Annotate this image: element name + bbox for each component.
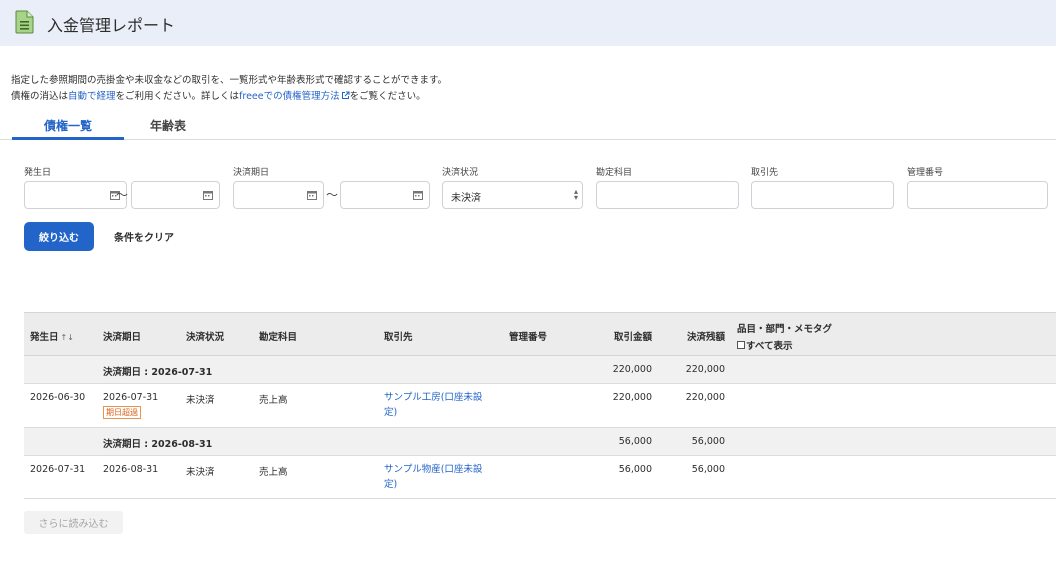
page-title: 入金管理レポート xyxy=(47,16,176,35)
filter-button[interactable]: 絞り込む xyxy=(24,222,94,251)
group-balance: 56,000 xyxy=(691,436,725,447)
issue-date: 2026-06-30 xyxy=(30,392,86,403)
load-more-button[interactable]: さらに読み込む xyxy=(24,511,123,534)
issue-date: 2026-07-31 xyxy=(30,464,86,475)
table-row[interactable]: 2026-07-31 2026-08-31 未決済 売上高 サンプル物産(口座未… xyxy=(24,456,1056,499)
balance: 56,000 xyxy=(691,464,725,475)
status-label: 決済状況 xyxy=(442,168,479,178)
receivables-guide-label: freeeでの債権管理方法 xyxy=(239,91,340,102)
amount: 56,000 xyxy=(618,464,652,475)
partner-input[interactable] xyxy=(751,181,894,209)
due-date: 2026-07-31 xyxy=(103,392,159,403)
ref-no-label: 管理番号 xyxy=(907,168,944,178)
column-issue-date-label: 発生日 xyxy=(30,332,59,343)
group-row: 決済期日 : 2026-07-31 220,000 220,000 xyxy=(24,356,1056,384)
balance: 220,000 xyxy=(685,392,725,403)
issue-date-separator: 〜 xyxy=(116,188,129,202)
status-select-value: 未決済 xyxy=(451,193,481,204)
auto-accounting-link[interactable]: 自動で経理 xyxy=(68,91,116,102)
description-suffix: をご覧ください。 xyxy=(349,91,426,102)
column-partner: 取引先 xyxy=(384,332,413,343)
group-row: 決済期日 : 2026-08-31 56,000 56,000 xyxy=(24,428,1056,456)
partner-label: 取引先 xyxy=(751,168,779,178)
status: 未決済 xyxy=(186,467,215,478)
amount: 220,000 xyxy=(612,392,652,403)
table-header: 発生日 ↑↓ 決済期日 決済状況 勘定科目 取引先 管理番号 取引金額 決済残額 … xyxy=(24,312,1056,356)
description-line-1: 指定した参照期間の売掛金や未収金などの取引を、一覧形式や年齢表形式で確認すること… xyxy=(11,75,448,86)
overdue-badge: 期日超過 xyxy=(103,406,141,419)
issue-date-to-input[interactable] xyxy=(131,181,220,209)
column-tags-label: 品目・部門・メモタグ xyxy=(737,324,833,335)
account: 売上高 xyxy=(259,467,288,478)
column-balance: 決済残額 xyxy=(686,332,725,343)
group-amount: 56,000 xyxy=(618,436,652,447)
show-all-toggle[interactable]: すべて表示 xyxy=(737,338,832,352)
column-status: 決済状況 xyxy=(186,332,225,343)
select-arrow-icon: ▴ ▾ xyxy=(573,187,578,202)
column-ref-no: 管理番号 xyxy=(509,332,548,343)
clear-conditions-button[interactable]: 条件をクリア xyxy=(114,229,174,244)
due-date: 2026-08-31 xyxy=(103,464,159,475)
report-tabs: 債権一覧 年齢表 xyxy=(0,112,1056,140)
description-middle: をご利用ください。詳しくは xyxy=(115,91,240,102)
account: 売上高 xyxy=(259,395,288,406)
account-input[interactable] xyxy=(596,181,739,209)
due-date-from-input[interactable] xyxy=(233,181,324,209)
group-label: 決済期日 : 2026-08-31 xyxy=(103,439,213,450)
status-select[interactable]: 未決済 ▴ ▾ xyxy=(442,181,583,209)
sort-icon: ↑↓ xyxy=(60,333,74,342)
status: 未決済 xyxy=(186,395,215,406)
account-label: 勘定科目 xyxy=(596,168,633,178)
external-link-icon xyxy=(341,91,350,99)
tab-aging-table[interactable]: 年齢表 xyxy=(150,117,186,134)
description-prefix: 債権の消込は xyxy=(11,91,69,102)
partner-link[interactable]: サンプル物産(口座未設定) xyxy=(384,462,494,492)
ref-no-input[interactable] xyxy=(907,181,1048,209)
partner-link[interactable]: サンプル工房(口座未設定) xyxy=(384,390,494,420)
description-line-2: 債権の消込は自動で経理をご利用ください。詳しくはfreeeでの債権管理方法 をご覧… xyxy=(11,88,426,102)
group-label: 決済期日 : 2026-07-31 xyxy=(103,367,213,378)
group-balance: 220,000 xyxy=(685,364,725,375)
due-date-separator: 〜 xyxy=(326,188,339,202)
calendar-icon xyxy=(307,191,317,200)
column-account: 勘定科目 xyxy=(259,332,298,343)
calendar-icon xyxy=(203,191,213,200)
issue-date-label: 発生日 xyxy=(24,168,52,178)
tab-receivables-list[interactable]: 債権一覧 xyxy=(12,117,124,140)
group-amount: 220,000 xyxy=(612,364,652,375)
show-all-checkbox[interactable] xyxy=(737,341,745,349)
receivables-guide-link[interactable]: freeeでの債権管理方法 xyxy=(239,91,350,102)
table-row[interactable]: 2026-06-30 2026-07-31 期日超過 未決済 売上高 サンプル工… xyxy=(24,384,1056,428)
column-amount: 取引金額 xyxy=(613,332,652,343)
calendar-icon xyxy=(413,191,423,200)
column-tags: 品目・部門・メモタグ すべて表示 xyxy=(737,321,832,352)
show-all-label: すべて表示 xyxy=(746,341,793,352)
column-due-date: 決済期日 xyxy=(103,332,142,343)
issue-date-from-input[interactable] xyxy=(24,181,127,209)
due-date-label: 決済期日 xyxy=(233,168,270,178)
document-icon xyxy=(15,10,34,34)
page-header: 入金管理レポート xyxy=(0,0,1056,46)
column-issue-date[interactable]: 発生日 ↑↓ xyxy=(30,329,74,343)
due-date-to-input[interactable] xyxy=(340,181,430,209)
